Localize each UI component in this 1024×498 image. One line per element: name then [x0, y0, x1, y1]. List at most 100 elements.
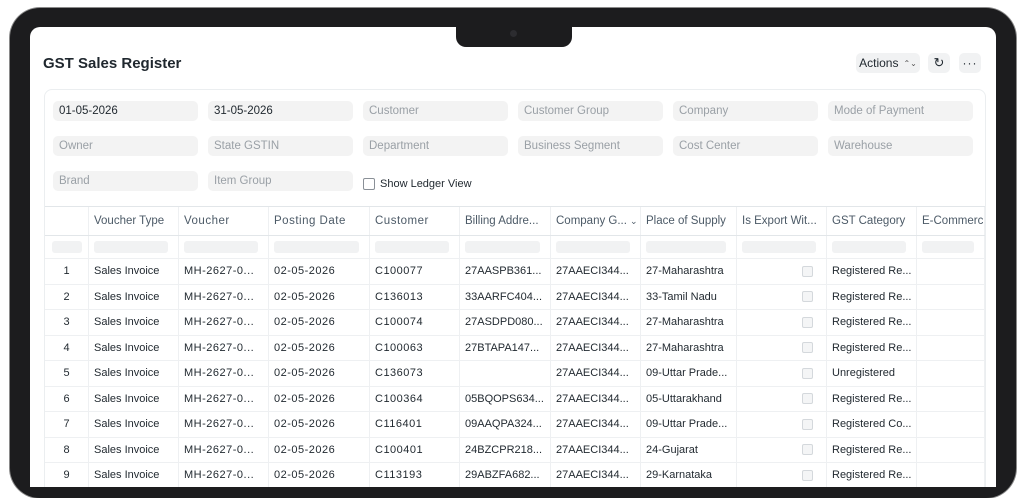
table-row[interactable]: 5 Sales Invoice MH-2627-0... 02-05-2026 C136… — [45, 361, 985, 387]
table-cell: Registered Re... — [827, 386, 917, 411]
table-cell: 02-05-2026 — [269, 437, 370, 462]
filter-from-date[interactable]: 01-05-2026 — [53, 101, 198, 121]
column-header[interactable]: Company G... ⌄ — [551, 207, 641, 235]
header-index-cell — [45, 207, 89, 235]
table-cell: 27AASPB361... — [460, 259, 551, 284]
table-cell: 27-Maharashtra — [641, 335, 737, 360]
table-row[interactable]: 7 Sales Invoice MH-2627-0... 02-05-2026 C116… — [45, 412, 985, 438]
checkbox-icon — [802, 393, 813, 405]
table-cell: 02-05-2026 — [269, 310, 370, 335]
table-cell: Sales Invoice — [89, 310, 179, 335]
more-options-button[interactable]: ··· — [959, 53, 981, 73]
table-cell — [917, 437, 985, 462]
filter-to-date[interactable]: 31-05-2026 — [208, 101, 353, 121]
table-cell: 02-05-2026 — [269, 386, 370, 411]
table-row[interactable]: 1 Sales Invoice MH-2627-0... 02-05-2026 C100… — [45, 259, 985, 285]
filter-item-group[interactable]: Item Group — [208, 171, 353, 191]
column-filter-input[interactable] — [184, 241, 258, 253]
filter-owner[interactable]: Owner — [53, 136, 198, 156]
table-cell: MH-2627-0... — [179, 361, 269, 386]
column-header[interactable]: GST Category — [827, 207, 917, 235]
table-row[interactable]: 4 Sales Invoice MH-2627-0... 02-05-2026 C100… — [45, 335, 985, 361]
table-cell: 09-Uttar Prade... — [641, 361, 737, 386]
row-index: 6 — [45, 386, 89, 411]
checkbox-icon[interactable] — [363, 178, 375, 190]
filter-department[interactable]: Department — [363, 136, 508, 156]
table-cell: 27AAECI344... — [551, 259, 641, 284]
checkbox-icon — [802, 316, 813, 328]
table-row[interactable]: 2 Sales Invoice MH-2627-0... 02-05-2026 C136… — [45, 284, 985, 310]
table-row[interactable]: 3 Sales Invoice MH-2627-0... 02-05-2026 C100… — [45, 310, 985, 336]
column-filter-input[interactable] — [94, 241, 168, 253]
column-header[interactable]: Customer — [370, 207, 460, 235]
filter-customer[interactable]: Customer — [363, 101, 508, 121]
table-cell: Sales Invoice — [89, 412, 179, 437]
column-filter-input[interactable] — [556, 241, 630, 253]
filter-mode-of-payment[interactable]: Mode of Payment — [828, 101, 973, 121]
table-cell: MH-2627-0... — [179, 284, 269, 309]
column-filter-input[interactable] — [274, 241, 359, 253]
table-cell: 09-Uttar Prade... — [641, 412, 737, 437]
filter-state-gstin[interactable]: State GSTIN — [208, 136, 353, 156]
refresh-button[interactable]: ↻ — [928, 53, 950, 73]
column-filter-cell — [370, 236, 460, 258]
row-index: 1 — [45, 259, 89, 284]
table-cell: C100364 — [370, 386, 460, 411]
table-cell — [737, 335, 827, 360]
column-header[interactable]: E-Commerc — [917, 207, 985, 235]
table-cell — [737, 386, 827, 411]
column-filter-input[interactable] — [922, 241, 974, 253]
table-cell: 05BQOPS634... — [460, 386, 551, 411]
table-cell — [737, 259, 827, 284]
filter-brand[interactable]: Brand — [53, 171, 198, 191]
column-filter-input[interactable] — [51, 241, 82, 253]
actions-button[interactable]: Actions ⌃⌄ — [856, 53, 920, 73]
table-cell: Sales Invoice — [89, 437, 179, 462]
filter-warehouse[interactable]: Warehouse — [828, 136, 973, 156]
column-header[interactable]: Billing Addre... — [460, 207, 551, 235]
table-cell: MH-2627-0... — [179, 335, 269, 360]
column-header[interactable]: Voucher Type — [89, 207, 179, 235]
checkbox-icon — [802, 469, 813, 481]
table-cell: Unregistered — [827, 361, 917, 386]
table-cell: C113193 — [370, 463, 460, 487]
table-cell — [917, 335, 985, 360]
table-cell: Sales Invoice — [89, 361, 179, 386]
table-row[interactable]: 9 Sales Invoice MH-2627-0... 02-05-2026 C113… — [45, 463, 985, 487]
table-header-row: Voucher Type Voucher Posting Date Customer B… — [45, 206, 985, 236]
column-header[interactable]: Is Export Wit... — [737, 207, 827, 235]
row-index: 7 — [45, 412, 89, 437]
table-cell — [917, 463, 985, 487]
table-cell: C100401 — [370, 437, 460, 462]
filter-cost-center[interactable]: Cost Center — [673, 136, 818, 156]
column-filter-input[interactable] — [375, 241, 449, 253]
row-index: 9 — [45, 463, 89, 487]
actions-label: Actions — [859, 56, 899, 70]
table-row[interactable]: 6 Sales Invoice MH-2627-0... 02-05-2026 C100… — [45, 386, 985, 412]
table-cell: 02-05-2026 — [269, 463, 370, 487]
chevron-down-icon[interactable]: ⌄ — [630, 216, 638, 227]
table-cell: MH-2627-0... — [179, 412, 269, 437]
filter-company[interactable]: Company — [673, 101, 818, 121]
column-header[interactable]: Posting Date — [269, 207, 370, 235]
column-header[interactable]: Place of Supply — [641, 207, 737, 235]
column-header[interactable]: Voucher — [179, 207, 269, 235]
column-header-label: Customer — [375, 215, 429, 227]
table-cell: 27ASDPD080... — [460, 310, 551, 335]
table-cell: 27AAECI344... — [551, 310, 641, 335]
table-cell: Registered Re... — [827, 310, 917, 335]
show-ledger-view-label: Show Ledger View — [380, 178, 472, 190]
show-ledger-view-checkbox[interactable]: Show Ledger View — [363, 178, 472, 190]
column-filter-cell — [179, 236, 269, 258]
filter-customer-group[interactable]: Customer Group — [518, 101, 663, 121]
table-cell: 27AAECI344... — [551, 412, 641, 437]
table-row[interactable]: 8 Sales Invoice MH-2627-0... 02-05-2026 C100… — [45, 437, 985, 463]
table-cell: Registered Re... — [827, 463, 917, 487]
checkbox-icon — [802, 367, 813, 379]
column-filter-input[interactable] — [646, 241, 726, 253]
filter-business-segment[interactable]: Business Segment — [518, 136, 663, 156]
table-cell — [737, 412, 827, 437]
column-filter-input[interactable] — [465, 241, 540, 253]
column-filter-input[interactable] — [742, 241, 816, 253]
column-filter-input[interactable] — [832, 241, 906, 253]
